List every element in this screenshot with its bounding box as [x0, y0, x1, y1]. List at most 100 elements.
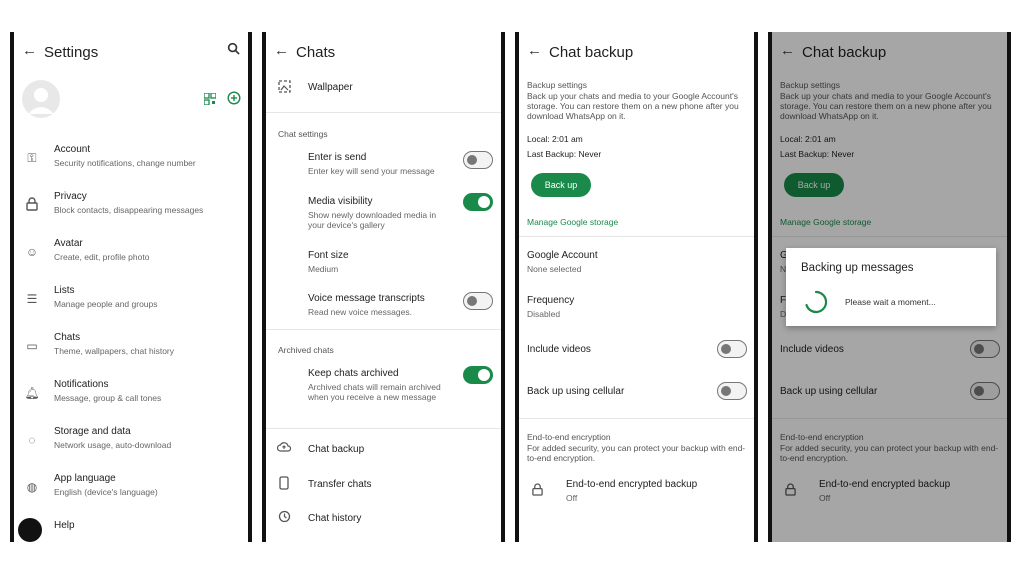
page-title: Settings — [44, 44, 99, 61]
item-title: Google Account — [527, 250, 598, 261]
divider-bar — [754, 32, 758, 542]
lists-icon: ☰ — [26, 292, 38, 306]
toggle-knob — [721, 344, 731, 354]
item-title: Keep chats archived — [308, 368, 399, 379]
divider-bar — [501, 32, 505, 542]
toggle-knob — [478, 369, 490, 381]
history-icon — [276, 510, 292, 526]
chat-backup-screen: ← Chat backup Backup settings Back up yo… — [519, 32, 754, 542]
help-icon — [18, 518, 42, 542]
wallpaper-icon — [276, 80, 292, 96]
item-subtitle: Medium — [308, 264, 339, 274]
storage-icon: ◌ — [28, 433, 36, 447]
backup-progress-dialog: Backing up messages Please wait a moment… — [786, 248, 996, 326]
manage-storage-link[interactable]: Manage Google storage — [527, 217, 618, 227]
item-title: Font size — [308, 250, 349, 261]
globe-icon: ◍ — [26, 480, 38, 494]
item-title: Chat history — [308, 513, 362, 524]
item-title: Chats — [54, 332, 81, 343]
toggle-knob — [467, 296, 477, 306]
page-title: Chat backup — [549, 44, 634, 61]
item-title: Chat backup — [308, 444, 365, 455]
item-subtitle: Theme, wallpapers, chat history — [54, 346, 174, 356]
back-up-button[interactable]: Back up — [531, 173, 591, 197]
last-backup-time: Last Backup: Never — [527, 149, 602, 159]
cloud-upload-icon — [276, 441, 292, 457]
enter-is-send-toggle[interactable] — [463, 151, 493, 169]
item-title: Help — [54, 520, 75, 531]
item-title: Avatar — [54, 238, 83, 249]
divider — [266, 428, 501, 429]
add-circle-icon[interactable] — [227, 91, 241, 110]
cellular-toggle[interactable] — [717, 382, 747, 400]
include-videos-toggle[interactable] — [717, 340, 747, 358]
item-subtitle: Security notifications, change number — [54, 158, 196, 168]
item-title: Media visibility — [308, 196, 373, 207]
e2e-label: End-to-end encryption — [527, 432, 611, 442]
item-title: Frequency — [527, 295, 575, 306]
key-icon: ⚿ — [27, 151, 37, 165]
item-subtitle: Message, group & call tones — [54, 393, 162, 403]
divider-bar — [1007, 32, 1011, 542]
item-subtitle: Block contacts, disappearing messages — [54, 205, 204, 215]
item-title: Voice message transcripts — [308, 293, 425, 304]
keep-archived-toggle[interactable] — [463, 366, 493, 384]
item-title: Privacy — [54, 191, 87, 202]
divider — [519, 418, 754, 419]
item-title: Include videos — [527, 344, 591, 355]
item-subtitle: Network usage, auto-download — [54, 440, 172, 450]
settings-screen: ← Settings ⚿ Account Security notificatio… — [14, 32, 248, 542]
toggle-knob — [478, 196, 490, 208]
voice-transcripts-toggle[interactable] — [463, 292, 493, 310]
item-title: End-to-end encrypted backup — [566, 479, 698, 490]
divider — [266, 329, 501, 330]
local-backup-time: Local: 2:01 am — [527, 134, 583, 144]
archived-chats-label: Archived chats — [278, 345, 334, 355]
item-subtitle: Disabled — [527, 309, 561, 319]
chats-screen: ← Chats Wallpaper Chat settings Enter is… — [266, 32, 501, 542]
item-title: App language — [54, 473, 116, 484]
toggle-knob — [467, 155, 477, 165]
chat-backup-dialog-screen: ← Chat backup Backup settings Back up yo… — [772, 32, 1007, 542]
dialog-title: Backing up messages — [801, 262, 914, 274]
dialog-text: Please wait a moment... — [845, 297, 936, 307]
item-subtitle: Off — [566, 493, 578, 503]
media-visibility-toggle[interactable] — [463, 193, 493, 211]
back-arrow-icon[interactable]: ← — [274, 42, 289, 59]
divider — [266, 112, 501, 113]
item-subtitle: None selected — [527, 264, 582, 274]
page-title: Chats — [296, 44, 336, 61]
item-subtitle: Archived chats will remain archived when… — [308, 382, 441, 402]
lock-icon — [24, 197, 40, 213]
back-arrow-icon[interactable]: ← — [527, 42, 542, 59]
item-title: Transfer chats — [308, 479, 372, 490]
item-subtitle: Read new voice messages. — [308, 307, 412, 317]
item-subtitle: English (device's language) — [54, 487, 158, 497]
item-title: Account — [54, 144, 91, 155]
phone-transfer-icon — [276, 476, 292, 492]
divider-bar — [248, 32, 252, 542]
back-arrow-icon[interactable]: ← — [22, 42, 37, 59]
avatar[interactable] — [22, 80, 60, 118]
item-subtitle: Show newly downloaded media in your devi… — [308, 210, 437, 230]
backup-description: Back up your chats and media to your Goo… — [527, 91, 739, 121]
chat-icon: ▭ — [26, 339, 38, 353]
item-title: Lists — [54, 285, 75, 296]
item-title: Back up using cellular — [527, 386, 625, 397]
spinner-icon — [804, 290, 828, 319]
toggle-knob — [721, 386, 731, 396]
item-title: Wallpaper — [308, 82, 353, 93]
item-subtitle: Enter key will send your message — [308, 166, 435, 176]
item-title: Enter is send — [308, 152, 367, 163]
item-title: Storage and data — [54, 426, 131, 437]
divider — [519, 236, 754, 237]
chat-settings-label: Chat settings — [278, 129, 328, 139]
lock-icon — [529, 483, 545, 499]
item-subtitle: Manage people and groups — [54, 299, 158, 309]
bell-icon: 🔔︎ — [24, 386, 40, 400]
search-icon[interactable] — [227, 42, 240, 58]
backup-settings-label: Backup settings — [527, 80, 588, 90]
e2e-description: For added security, you can protect your… — [527, 443, 746, 463]
qr-code-icon[interactable] — [203, 92, 217, 110]
avatar-icon: ☺ — [25, 245, 39, 259]
